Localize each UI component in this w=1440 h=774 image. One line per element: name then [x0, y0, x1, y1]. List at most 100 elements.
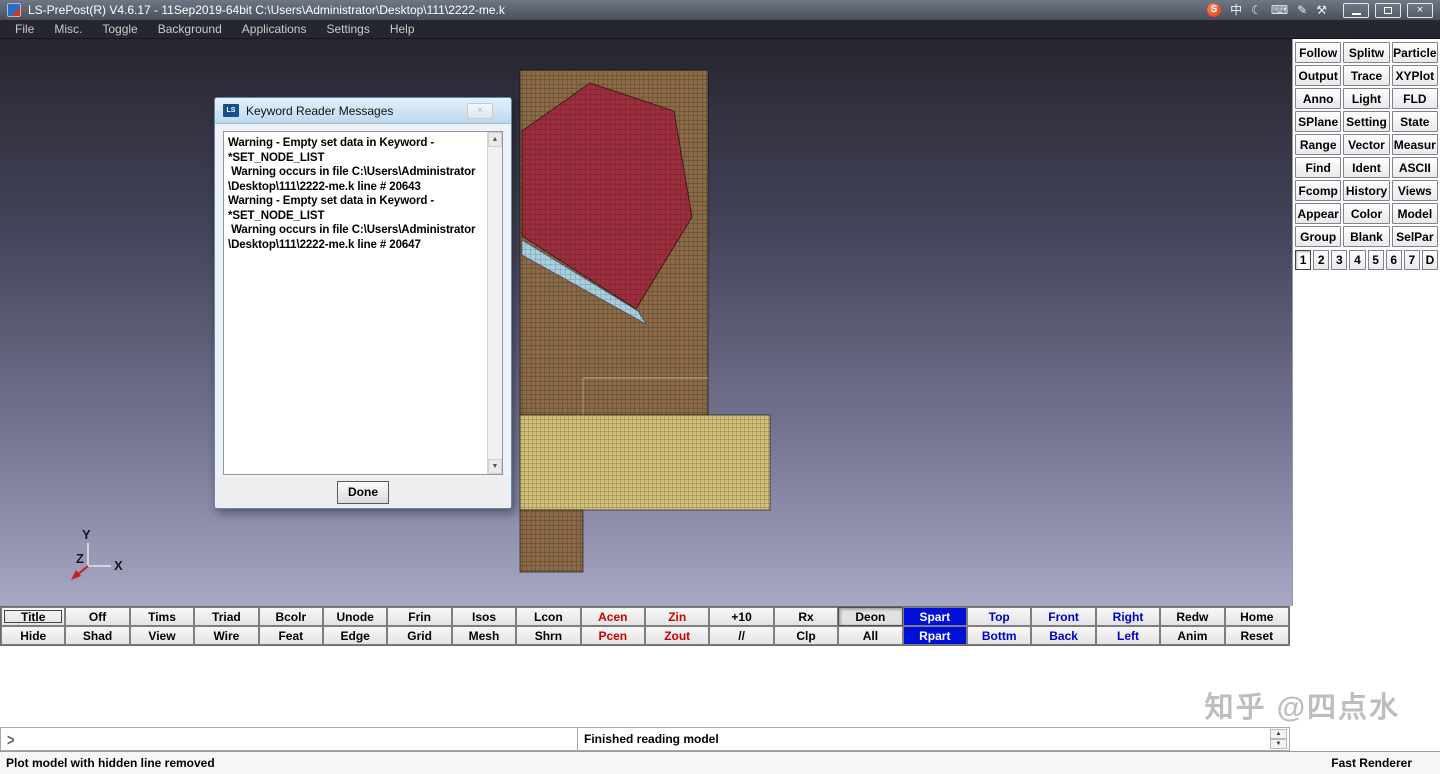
- dialog-close-button[interactable]: ×: [467, 103, 493, 119]
- bottom-btn-top[interactable]: Top: [967, 607, 1031, 626]
- message-scroll-up-button[interactable]: ▲: [1270, 729, 1287, 739]
- sogou-icon[interactable]: S: [1207, 3, 1221, 17]
- bottom-btn-bcolr[interactable]: Bcolr: [259, 607, 323, 626]
- bottom-btn-shad[interactable]: Shad: [65, 626, 129, 645]
- right-btn-measur[interactable]: Measur: [1392, 134, 1438, 155]
- right-btn-state[interactable]: State: [1392, 111, 1438, 132]
- bottom-btn-anim[interactable]: Anim: [1160, 626, 1224, 645]
- right-btn-follow[interactable]: Follow: [1295, 42, 1341, 63]
- bottom-btn-zin[interactable]: Zin: [645, 607, 709, 626]
- page-btn-2[interactable]: 2: [1313, 250, 1329, 270]
- right-btn-anno[interactable]: Anno: [1295, 88, 1341, 109]
- bottom-btn-feat[interactable]: Feat: [259, 626, 323, 645]
- bottom-btn-zout[interactable]: Zout: [645, 626, 709, 645]
- right-btn-output[interactable]: Output: [1295, 65, 1341, 86]
- page-btn-7[interactable]: 7: [1404, 250, 1420, 270]
- bottom-btn-redw[interactable]: Redw: [1160, 607, 1224, 626]
- menu-item-applications[interactable]: Applications: [232, 20, 317, 39]
- right-btn-vector[interactable]: Vector: [1343, 134, 1389, 155]
- right-btn-ascii[interactable]: ASCII: [1392, 157, 1438, 178]
- right-btn-selpar[interactable]: SelPar: [1392, 226, 1438, 247]
- right-btn-range[interactable]: Range: [1295, 134, 1341, 155]
- bottom-btn-lcon[interactable]: Lcon: [516, 607, 580, 626]
- right-btn-trace[interactable]: Trace: [1343, 65, 1389, 86]
- bottom-btn-pcen[interactable]: Pcen: [581, 626, 645, 645]
- menu-item-file[interactable]: File: [5, 20, 44, 39]
- dialog-scrollbar[interactable]: ▲ ▼: [487, 132, 502, 474]
- right-btn-color[interactable]: Color: [1343, 203, 1389, 224]
- bottom-btn-isos[interactable]: Isos: [452, 607, 516, 626]
- right-btn-ident[interactable]: Ident: [1343, 157, 1389, 178]
- right-btn-find[interactable]: Find: [1295, 157, 1341, 178]
- bottom-btn-left[interactable]: Left: [1096, 626, 1160, 645]
- page-btn-6[interactable]: 6: [1386, 250, 1402, 270]
- minimize-button[interactable]: [1343, 3, 1369, 18]
- menu-item-help[interactable]: Help: [380, 20, 425, 39]
- page-btn-d[interactable]: D: [1422, 250, 1438, 270]
- bottom-btn-title[interactable]: Title: [1, 607, 65, 626]
- right-btn-setting[interactable]: Setting: [1343, 111, 1389, 132]
- right-btn-group[interactable]: Group: [1295, 226, 1341, 247]
- bottom-btn-right[interactable]: Right: [1096, 607, 1160, 626]
- right-btn-particle[interactable]: Particle: [1392, 42, 1438, 63]
- right-btn-splane[interactable]: SPlane: [1295, 111, 1341, 132]
- bottom-btn-+10[interactable]: +10: [709, 607, 773, 626]
- right-btn-light[interactable]: Light: [1343, 88, 1389, 109]
- page-btn-5[interactable]: 5: [1368, 250, 1384, 270]
- bottom-btn-spart[interactable]: Spart: [903, 607, 967, 626]
- right-btn-xyplot[interactable]: XYPlot: [1392, 65, 1438, 86]
- bottom-btn-off[interactable]: Off: [65, 607, 129, 626]
- bottom-btn-grid[interactable]: Grid: [387, 626, 451, 645]
- bottom-btn-back[interactable]: Back: [1031, 626, 1095, 645]
- close-button[interactable]: ×: [1407, 3, 1433, 18]
- menu-item-settings[interactable]: Settings: [316, 20, 379, 39]
- viewport[interactable]: Y X Z: [0, 39, 1292, 606]
- right-btn-views[interactable]: Views: [1392, 180, 1438, 201]
- right-btn-splitw[interactable]: Splitw: [1343, 42, 1389, 63]
- bottom-btn-frin[interactable]: Frin: [387, 607, 451, 626]
- page-btn-1[interactable]: 1: [1295, 250, 1311, 270]
- moon-icon[interactable]: ☾: [1251, 3, 1262, 18]
- menu-item-background[interactable]: Background: [148, 20, 232, 39]
- bottom-btn-front[interactable]: Front: [1031, 607, 1095, 626]
- bottom-btn-acen[interactable]: Acen: [581, 607, 645, 626]
- message-scroll-down-button[interactable]: ▼: [1270, 739, 1287, 749]
- keyboard-icon[interactable]: ⌨: [1271, 3, 1288, 18]
- tools-icon[interactable]: ⚒: [1316, 3, 1327, 18]
- menu-item-toggle[interactable]: Toggle: [92, 20, 147, 39]
- dialog-scroll-up-button[interactable]: ▲: [488, 132, 502, 147]
- dialog-scroll-down-button[interactable]: ▼: [488, 459, 502, 474]
- bottom-btn-all[interactable]: All: [838, 626, 902, 645]
- bottom-btn-hide[interactable]: Hide: [1, 626, 65, 645]
- menu-item-misc[interactable]: Misc.: [44, 20, 92, 39]
- right-btn-fcomp[interactable]: Fcomp: [1295, 180, 1341, 201]
- bottom-btn-deon[interactable]: Deon: [838, 607, 902, 626]
- page-btn-3[interactable]: 3: [1331, 250, 1347, 270]
- bottom-btn-edge[interactable]: Edge: [323, 626, 387, 645]
- right-btn-appear[interactable]: Appear: [1295, 203, 1341, 224]
- message-log[interactable]: Finished reading model ▲ ▼: [578, 727, 1290, 751]
- page-btn-4[interactable]: 4: [1349, 250, 1365, 270]
- bottom-btn-triad[interactable]: Triad: [194, 607, 258, 626]
- bottom-btn-home[interactable]: Home: [1225, 607, 1289, 626]
- pen-icon[interactable]: ✎: [1297, 3, 1307, 18]
- right-btn-blank[interactable]: Blank: [1343, 226, 1389, 247]
- right-btn-fld[interactable]: FLD: [1392, 88, 1438, 109]
- bottom-btn-shrn[interactable]: Shrn: [516, 626, 580, 645]
- done-button[interactable]: Done: [337, 481, 389, 504]
- command-input[interactable]: >: [0, 727, 578, 751]
- right-btn-model[interactable]: Model: [1392, 203, 1438, 224]
- input-mode-icon[interactable]: 中: [1230, 3, 1242, 18]
- maximize-button[interactable]: [1375, 3, 1401, 18]
- bottom-btn-reset[interactable]: Reset: [1225, 626, 1289, 645]
- dialog-title-bar[interactable]: LS Keyword Reader Messages ×: [215, 98, 511, 124]
- bottom-btn-rx[interactable]: Rx: [774, 607, 838, 626]
- bottom-btn-clp[interactable]: Clp: [774, 626, 838, 645]
- bottom-btn-rpart[interactable]: Rpart: [903, 626, 967, 645]
- bottom-btn-view[interactable]: View: [130, 626, 194, 645]
- bottom-btn-unode[interactable]: Unode: [323, 607, 387, 626]
- right-btn-history[interactable]: History: [1343, 180, 1389, 201]
- bottom-btn-wire[interactable]: Wire: [194, 626, 258, 645]
- bottom-btn-bottm[interactable]: Bottm: [967, 626, 1031, 645]
- bottom-btn-col11[interactable]: //: [709, 626, 773, 645]
